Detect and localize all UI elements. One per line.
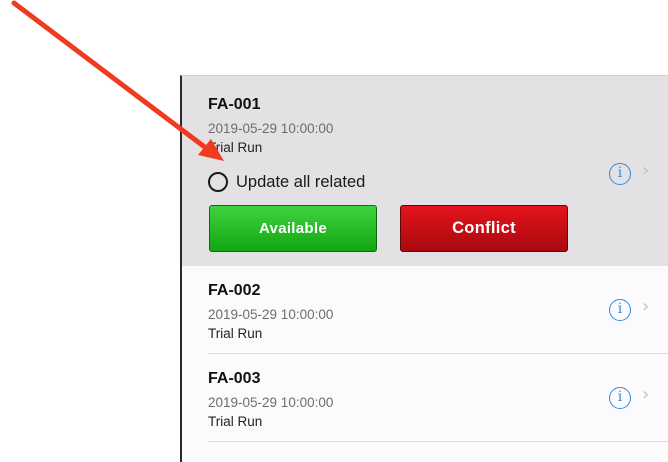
screenshot-stage: FA-001 2019-05-29 10:00:00 Trial Run Upd… [0, 0, 668, 462]
annotation-arrow-icon [11, 0, 224, 161]
annotation-arrow-shaft [11, 0, 209, 151]
